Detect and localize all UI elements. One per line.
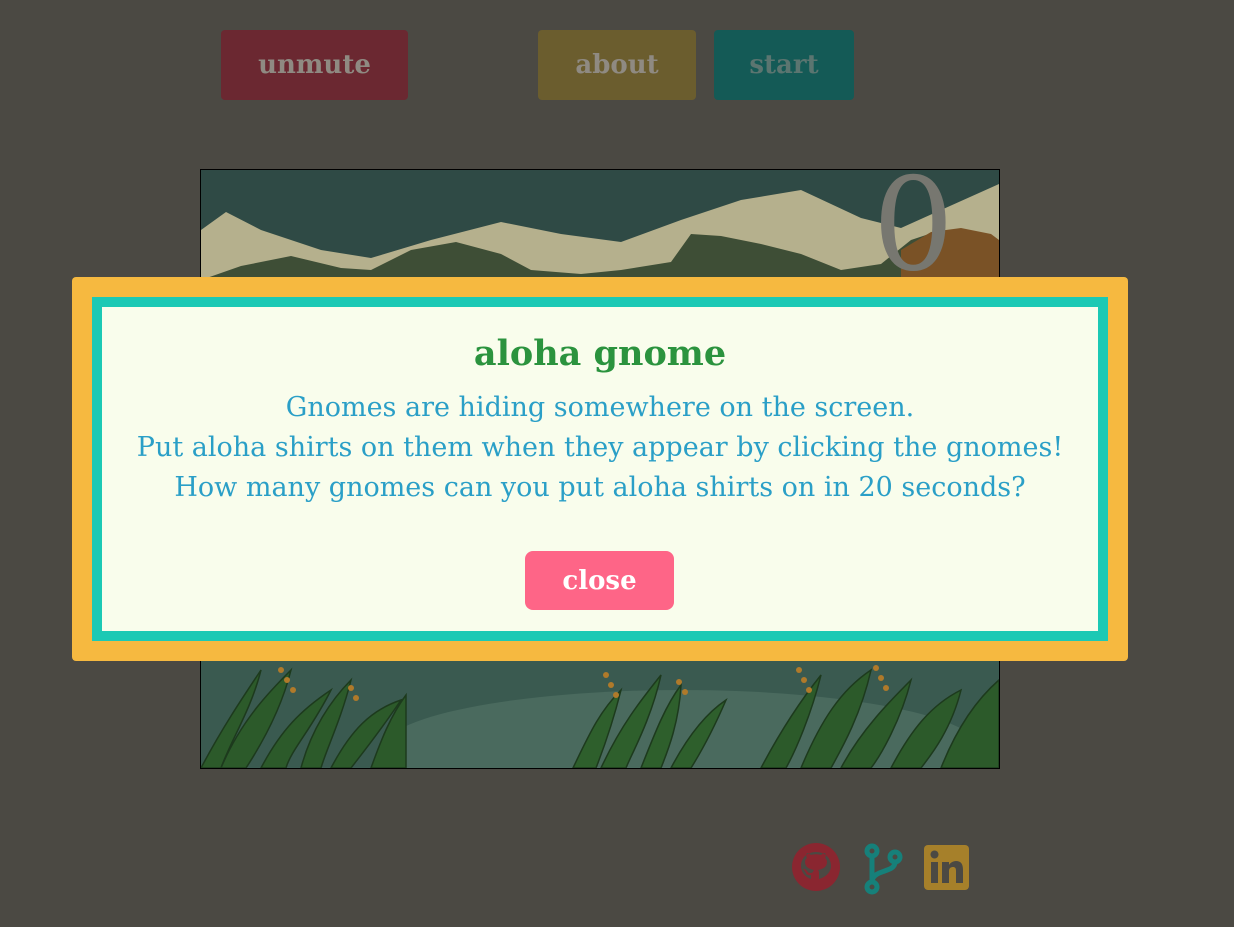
modal-line: Put aloha shirts on them when they appea…: [136, 432, 1064, 463]
git-branch-icon: [864, 843, 903, 895]
modal-body: Gnomes are hiding somewhere on the scree…: [102, 388, 1098, 508]
github-link[interactable]: [792, 843, 840, 895]
linkedin-icon: [924, 845, 969, 890]
modal-line: Gnomes are hiding somewhere on the scree…: [285, 392, 915, 423]
close-button[interactable]: close: [525, 551, 674, 610]
instructions-modal: aloha gnome Gnomes are hiding somewhere …: [72, 277, 1128, 661]
unmute-button[interactable]: unmute: [221, 30, 408, 100]
modal-title: aloha gnome: [473, 333, 727, 374]
git-link[interactable]: [862, 843, 904, 899]
modal-line: How many gnomes can you put aloha shirts…: [174, 472, 1026, 503]
score-display: 0: [872, 169, 954, 300]
linkedin-link[interactable]: [924, 843, 970, 895]
modal-content: aloha gnome Gnomes are hiding somewhere …: [92, 297, 1108, 641]
github-icon: [792, 843, 840, 891]
about-button[interactable]: about: [538, 30, 696, 100]
start-button[interactable]: start: [714, 30, 854, 100]
